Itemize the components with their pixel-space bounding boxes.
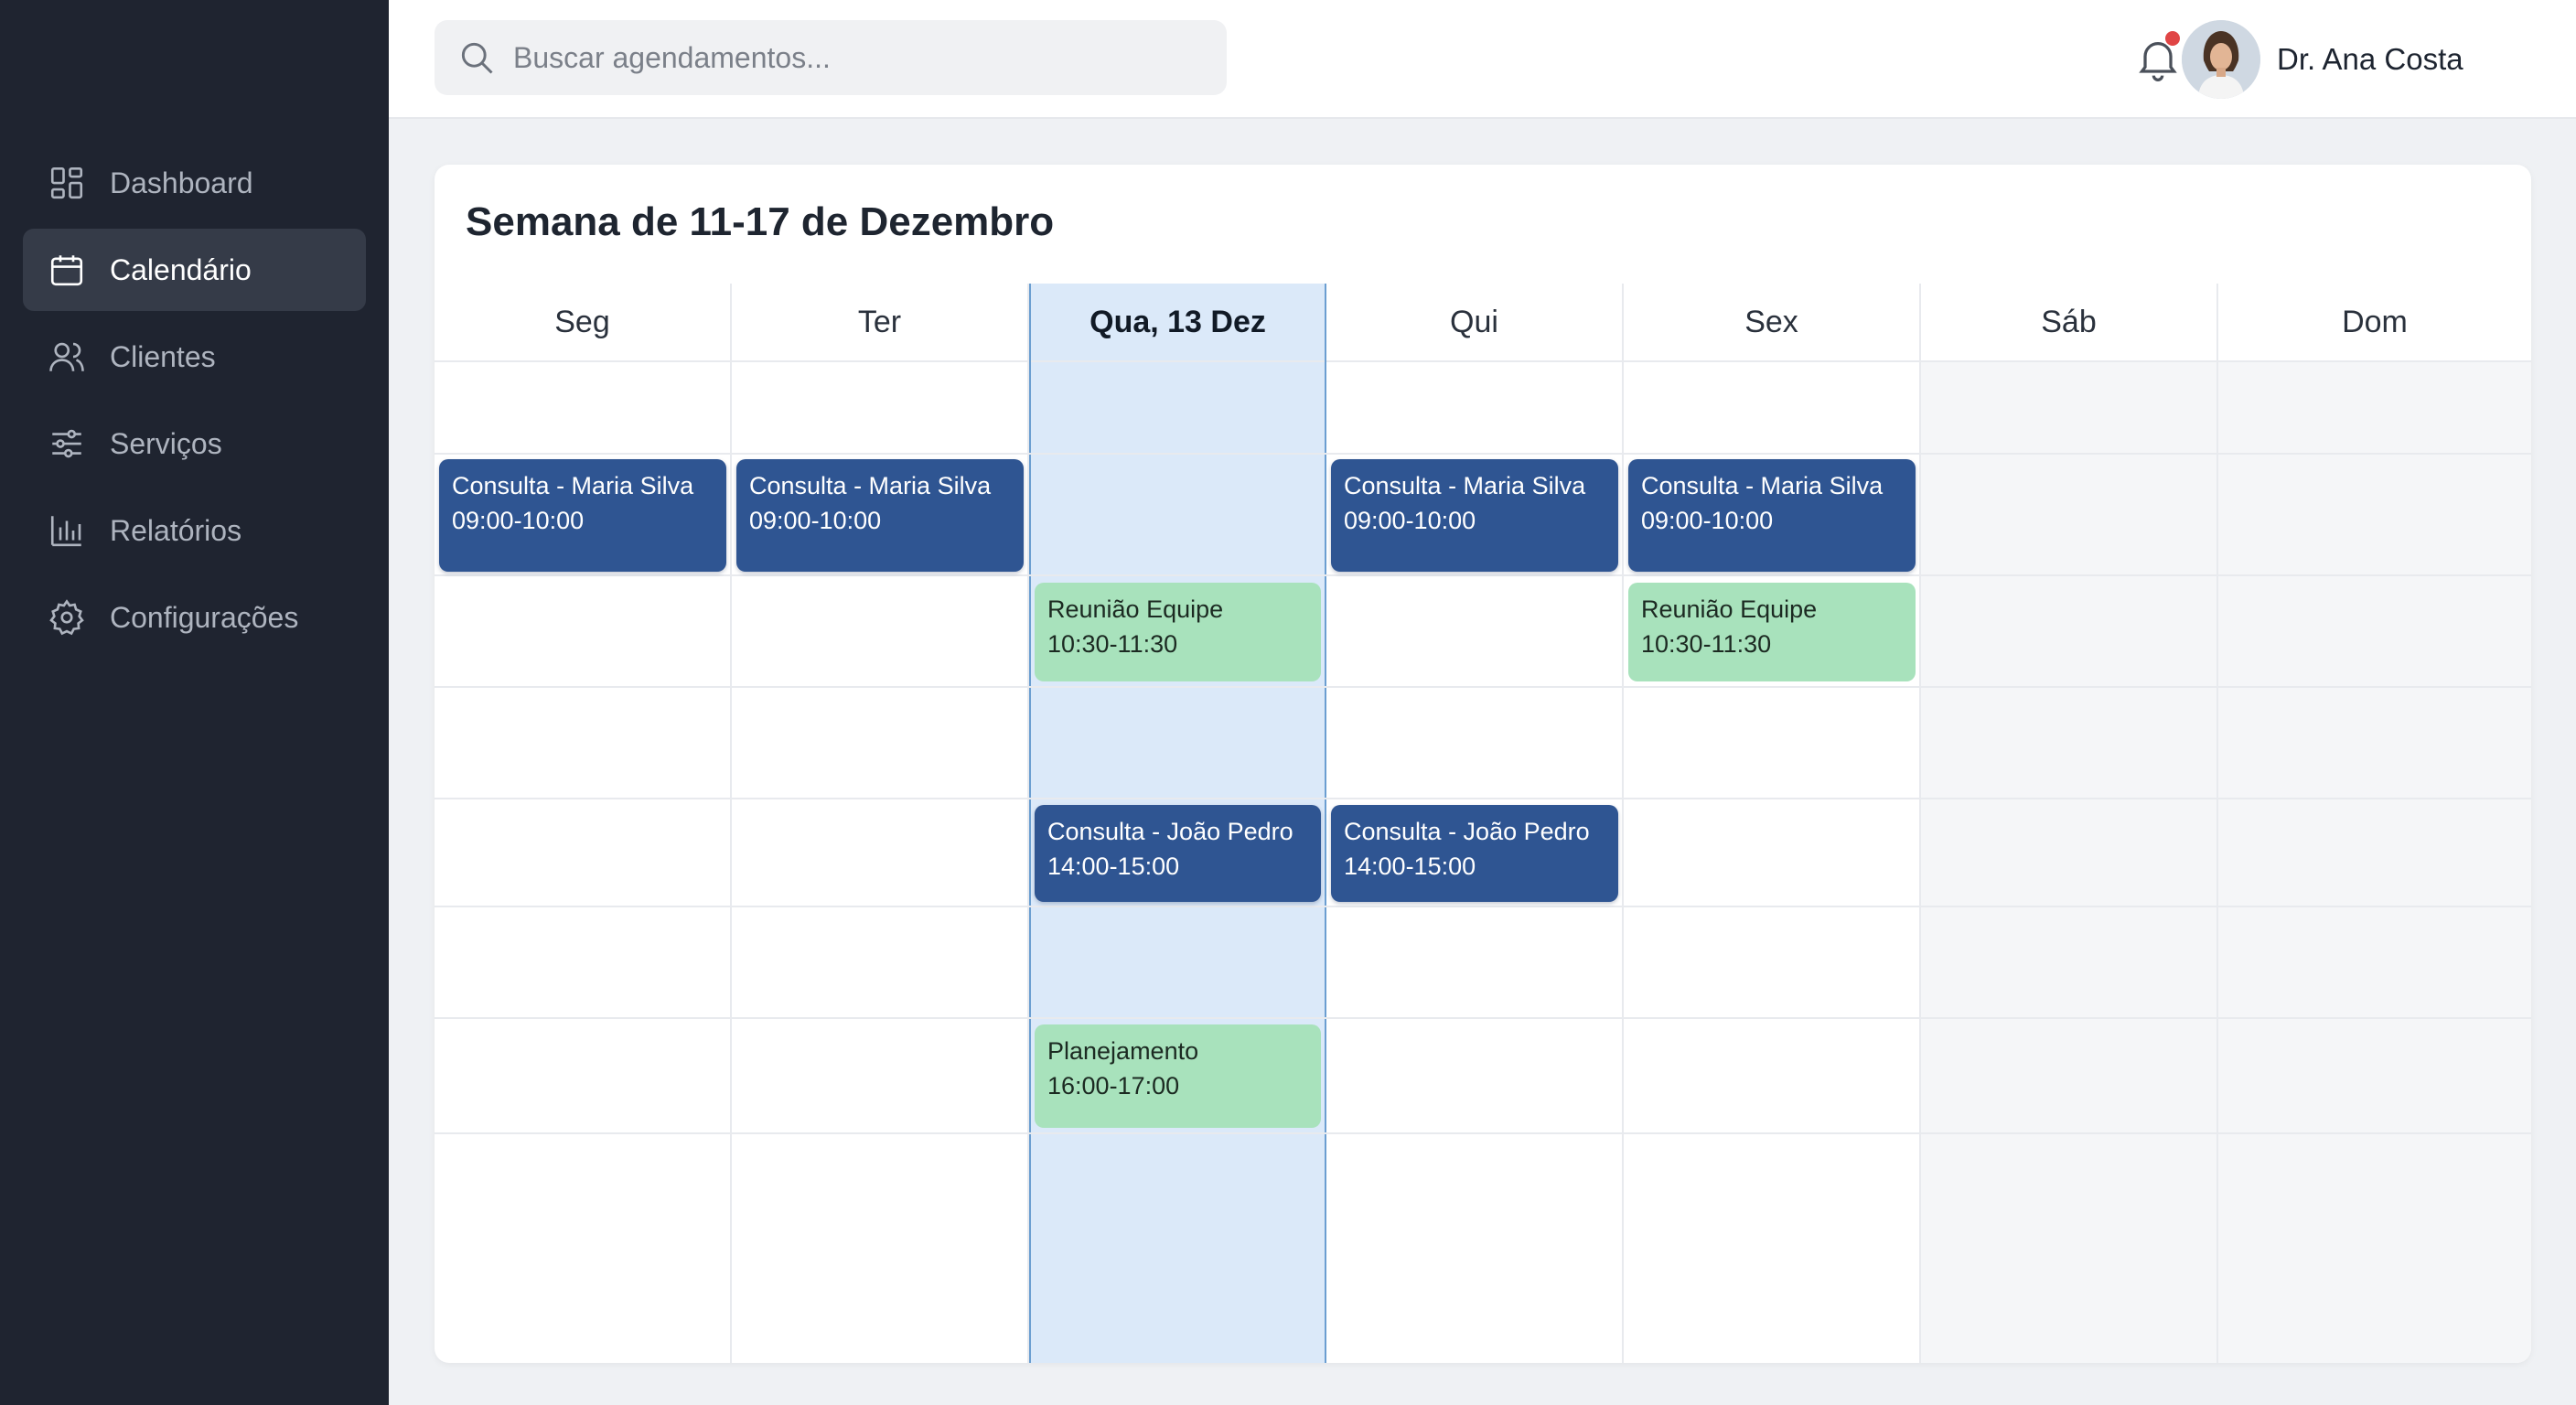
event-time: 14:00-15:00 xyxy=(1047,853,1180,880)
time-row-divider xyxy=(435,574,2531,576)
sidebar: Dashboard Calendário Clientes Serviços R… xyxy=(0,0,389,1405)
sidebar-item-clientes[interactable]: Clientes xyxy=(23,316,366,398)
calendar-card: Semana de 11-17 de Dezembro Seg Ter Qua,… xyxy=(435,165,2531,1363)
search-box[interactable] xyxy=(435,20,1227,95)
event-card[interactable]: Consulta - Maria Silva 09:00-10:00 xyxy=(1331,459,1618,572)
event-time: 09:00-10:00 xyxy=(749,507,882,534)
day-column-dom[interactable]: Dom xyxy=(2218,284,2531,1363)
event-title: Consulta - Maria Silva xyxy=(1641,472,1884,499)
sidebar-item-label: Serviços xyxy=(110,426,222,460)
time-row-divider xyxy=(435,1132,2531,1134)
day-column-sex[interactable]: Sex xyxy=(1624,284,1921,1363)
event-title: Consulta - Maria Silva xyxy=(452,472,694,499)
search-input[interactable] xyxy=(513,40,1208,75)
sidebar-item-dashboard[interactable]: Dashboard xyxy=(23,142,366,224)
event-title: Consulta - Maria Silva xyxy=(1344,472,1586,499)
event-time: 10:30-11:30 xyxy=(1641,630,1772,658)
day-column-sab[interactable]: Sáb xyxy=(1921,284,2218,1363)
user-name: Dr. Ana Costa xyxy=(2277,42,2463,76)
event-time: 09:00-10:00 xyxy=(452,507,585,534)
sidebar-item-servicos[interactable]: Serviços xyxy=(23,402,366,485)
event-time: 14:00-15:00 xyxy=(1344,853,1476,880)
time-row-divider xyxy=(435,798,2531,799)
event-card[interactable]: Consulta - João Pedro 14:00-15:00 xyxy=(1331,805,1618,902)
sidebar-item-label: Clientes xyxy=(110,339,216,373)
day-header: Sex xyxy=(1624,284,1919,362)
event-title: Consulta - João Pedro xyxy=(1344,818,1590,845)
sidebar-item-label: Dashboard xyxy=(110,166,253,199)
bar-chart-icon xyxy=(50,516,81,547)
users-icon xyxy=(49,342,84,371)
page-title: Semana de 11-17 de Dezembro xyxy=(466,199,1055,244)
event-card[interactable]: Reunião Equipe 10:30-11:30 xyxy=(1035,583,1321,681)
sidebar-nav: Dashboard Calendário Clientes Serviços R… xyxy=(23,142,366,663)
notifications-button[interactable] xyxy=(2132,31,2184,84)
sidebar-item-relatorios[interactable]: Relatórios xyxy=(23,489,366,572)
time-row-divider xyxy=(435,1017,2531,1019)
event-card[interactable]: Reunião Equipe 10:30-11:30 xyxy=(1628,583,1916,681)
top-bar: Dr. Ana Costa xyxy=(389,0,2576,119)
day-header: Seg xyxy=(435,284,730,362)
event-title: Consulta - Maria Silva xyxy=(749,472,992,499)
avatar xyxy=(2182,20,2260,99)
dashboard-icon xyxy=(50,166,83,199)
event-time: 10:30-11:30 xyxy=(1047,630,1178,658)
day-header: Sáb xyxy=(1921,284,2216,362)
event-card[interactable]: Consulta - Maria Silva 09:00-10:00 xyxy=(1628,459,1916,572)
day-header: Ter xyxy=(732,284,1027,362)
sidebar-item-label: Configurações xyxy=(110,600,299,634)
user-menu[interactable]: Dr. Ana Costa xyxy=(2182,20,2463,99)
event-time: 09:00-10:00 xyxy=(1641,507,1774,534)
notification-badge xyxy=(2165,31,2180,46)
event-time: 16:00-17:00 xyxy=(1047,1072,1180,1099)
time-row-divider xyxy=(435,453,2531,455)
sidebar-item-label: Calendário xyxy=(110,252,252,286)
event-title: Consulta - João Pedro xyxy=(1047,818,1293,845)
sidebar-item-calendario[interactable]: Calendário xyxy=(23,229,366,311)
time-row-divider xyxy=(435,906,2531,907)
event-title: Reunião Equipe xyxy=(1047,595,1224,623)
day-column-seg[interactable]: Seg xyxy=(435,284,732,1363)
calendar-icon xyxy=(50,255,83,286)
event-card[interactable]: Planejamento 16:00-17:00 xyxy=(1035,1024,1321,1128)
sidebar-item-configuracoes[interactable]: Configurações xyxy=(23,576,366,659)
event-card[interactable]: Consulta - Maria Silva 09:00-10:00 xyxy=(439,459,726,572)
day-header: Qui xyxy=(1326,284,1622,362)
week-grid: Seg Ter Qua, 13 Dez Qui Sex Sáb Dom Cons… xyxy=(435,284,2531,1363)
sidebar-item-label: Relatórios xyxy=(110,513,242,547)
event-title: Reunião Equipe xyxy=(1641,595,1818,623)
day-header: Dom xyxy=(2218,284,2531,362)
gear-icon xyxy=(49,599,84,636)
event-title: Planejamento xyxy=(1047,1037,1199,1065)
search-icon xyxy=(461,42,493,74)
user-photo-icon xyxy=(2182,20,2260,99)
time-row-divider xyxy=(435,686,2531,688)
event-card[interactable]: Consulta - Maria Silva 09:00-10:00 xyxy=(736,459,1024,572)
day-header-today: Qua, 13 Dez xyxy=(1031,284,1325,362)
event-time: 09:00-10:00 xyxy=(1344,507,1476,534)
day-column-ter[interactable]: Ter xyxy=(732,284,1029,1363)
event-card[interactable]: Consulta - João Pedro 14:00-15:00 xyxy=(1035,805,1321,902)
sliders-icon xyxy=(52,429,81,458)
